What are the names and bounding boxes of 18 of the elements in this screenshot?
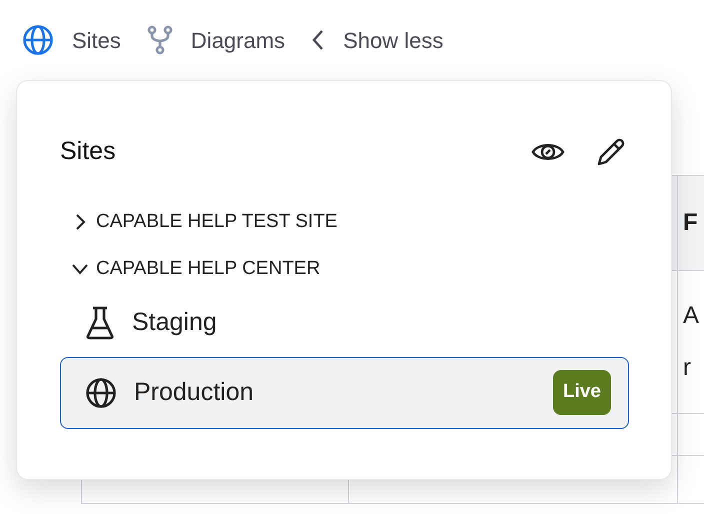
column-header: F: [683, 208, 698, 238]
environment-label: Production: [134, 376, 255, 408]
status-badge: Live: [552, 370, 611, 415]
nav-link[interactable]: Diagrams: [146, 24, 286, 56]
branch-icon: [146, 25, 173, 55]
chevron-left-icon: [311, 29, 326, 51]
chevron-down-icon: [71, 263, 89, 275]
cell-text: A: [683, 301, 700, 331]
nav-link[interactable]: Sites: [22, 24, 121, 56]
globe-icon: [85, 376, 117, 408]
environment-item[interactable]: Production Live: [60, 356, 629, 428]
nav-link[interactable]: Show less: [311, 24, 444, 56]
flask-icon: [85, 306, 115, 340]
cell-text: r: [683, 353, 692, 383]
environment-label: Staging: [132, 306, 218, 338]
site-group[interactable]: CAPABLE HELP TEST SITE: [71, 198, 338, 246]
popover-title: Sites: [60, 136, 116, 167]
globe-icon: [22, 24, 54, 56]
